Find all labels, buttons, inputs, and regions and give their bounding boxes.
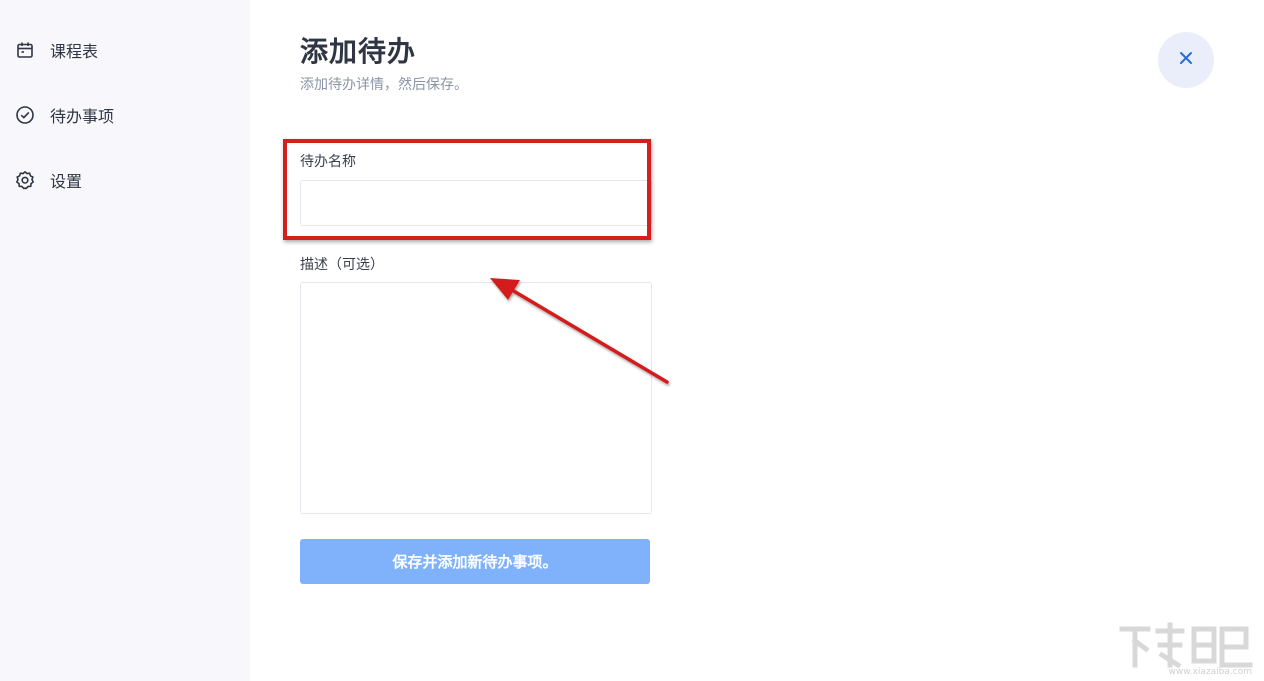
- description-label: 描述（可选）: [300, 257, 384, 273]
- page-title: 添加待办: [300, 35, 417, 68]
- close-icon: [1178, 50, 1194, 70]
- sidebar-item-label: 设置: [50, 172, 83, 191]
- sidebar-item-todos[interactable]: 待办事项: [14, 101, 114, 129]
- watermark-url: www.xiazaiba.com: [1168, 667, 1252, 677]
- main-panel: 添加待办 添加待办详情，然后保存。 待办名称 描述（可选） 保存并添加新待办事项…: [250, 0, 1264, 681]
- todo-name-label: 待办名称: [300, 154, 356, 170]
- description-textarea[interactable]: [300, 282, 652, 514]
- close-button[interactable]: [1158, 32, 1214, 88]
- save-and-add-button[interactable]: 保存并添加新待办事项。: [300, 539, 650, 584]
- calendar-icon: [14, 39, 36, 61]
- page-subtitle: 添加待办详情，然后保存。: [300, 77, 468, 93]
- sidebar: 课程表 待办事项 设置: [0, 0, 250, 681]
- sidebar-item-schedule[interactable]: 课程表: [14, 36, 98, 64]
- sidebar-item-label: 课程表: [50, 42, 99, 61]
- watermark-logo-glyph: [1119, 622, 1253, 669]
- sidebar-item-label: 待办事项: [50, 107, 115, 126]
- sidebar-item-settings[interactable]: 设置: [14, 166, 82, 194]
- watermark-logo: www.xiazaiba.com: [1118, 621, 1254, 677]
- todo-name-input[interactable]: [300, 180, 652, 226]
- gear-icon: [14, 169, 36, 191]
- check-circle-icon: [14, 104, 36, 126]
